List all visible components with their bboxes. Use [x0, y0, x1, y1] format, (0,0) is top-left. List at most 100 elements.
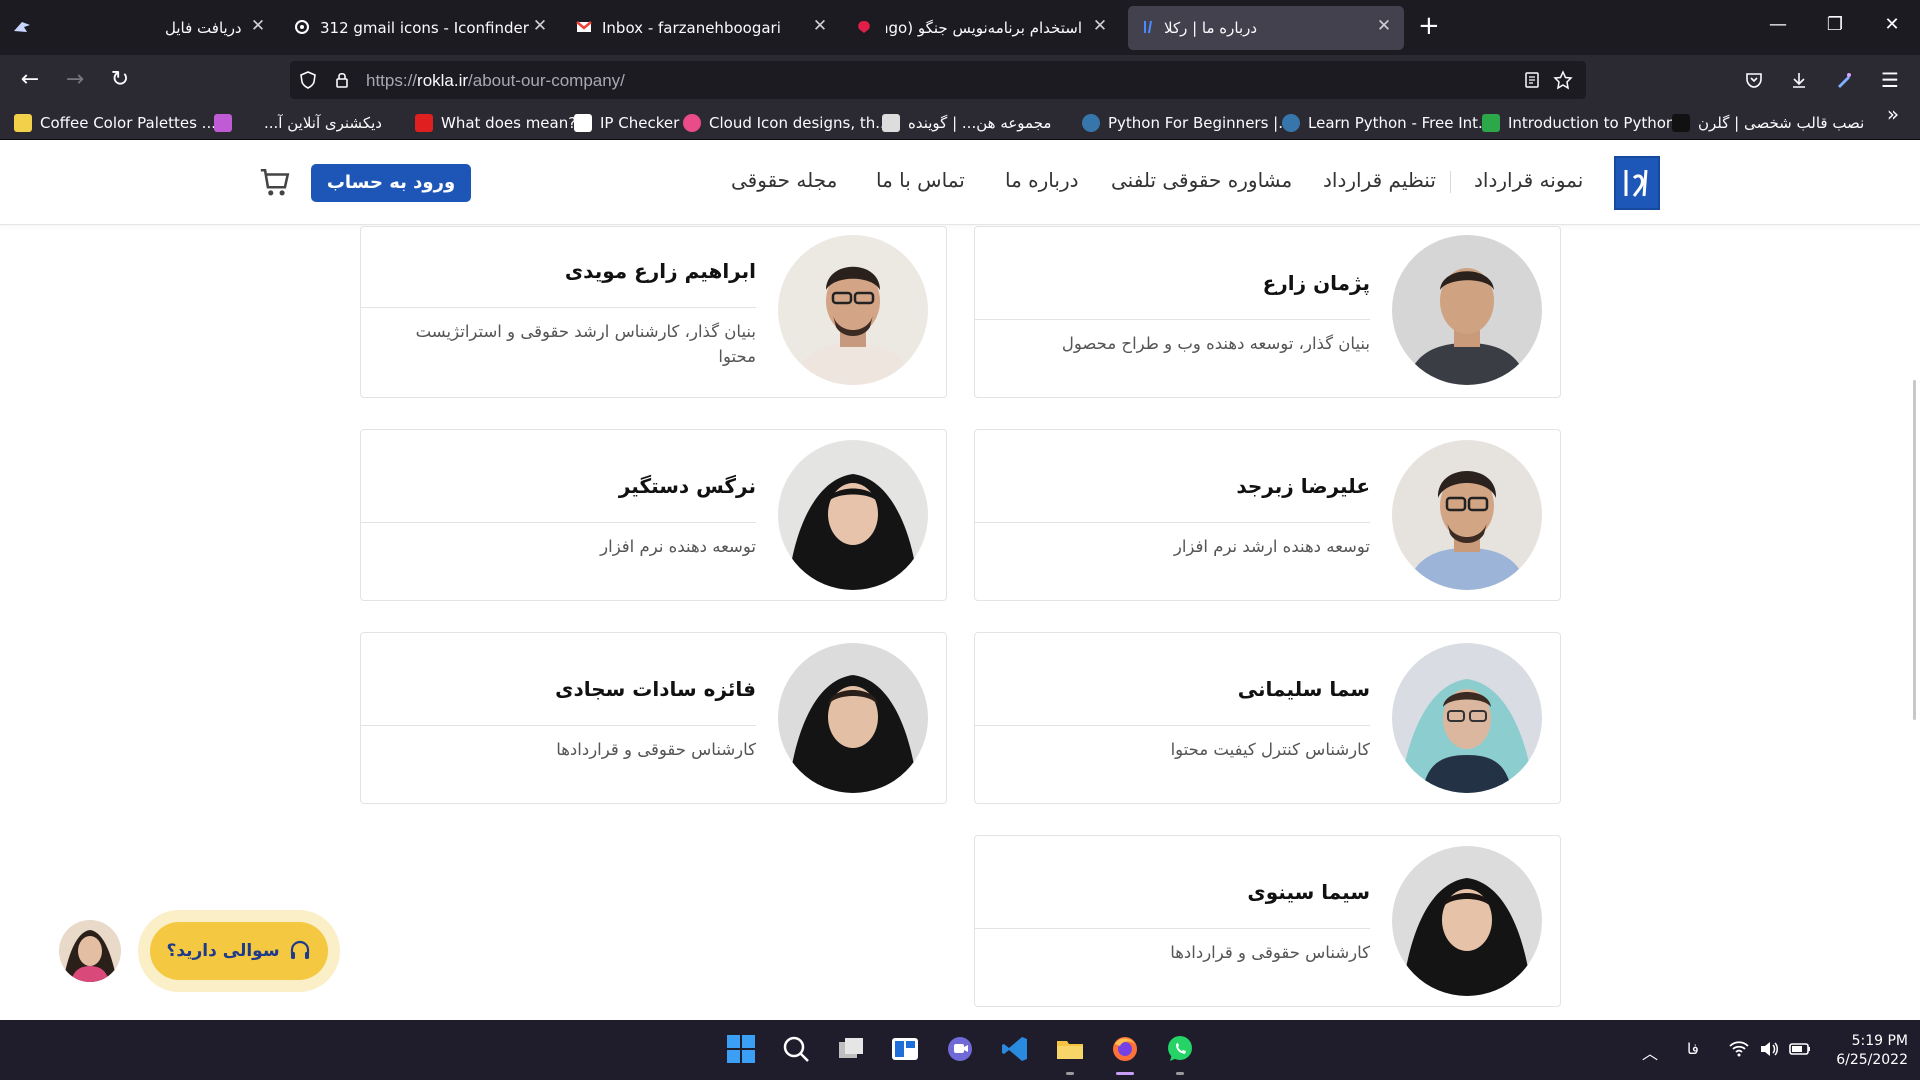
tab-download[interactable]: دریافت فایل ✕ [145, 6, 270, 50]
bookmark-item[interactable]: Python For Beginners |... [1082, 113, 1293, 133]
bookmark-item[interactable]: Coffee Color Palettes ... [14, 113, 216, 133]
nav-toolbar: ← → ↻ https://rokla.ir/about-our-company… [0, 55, 1920, 105]
extension-icon[interactable] [1834, 70, 1854, 90]
support-avatar[interactable] [59, 920, 121, 982]
firefox-icon[interactable] [1110, 1034, 1140, 1064]
battery-icon[interactable] [1788, 1038, 1812, 1060]
dribbble-icon [683, 114, 701, 132]
running-indicator [1066, 1072, 1074, 1075]
chevron-up-icon[interactable]: ︿ [1642, 1040, 1658, 1064]
tab-title: Inbox - farzanehboogari@gmail [602, 19, 780, 37]
task-view-icon[interactable] [836, 1034, 866, 1064]
system-clock[interactable]: 5:19 PM 6/25/2022 [1822, 1032, 1908, 1070]
chevron-right-icon[interactable]: » [1880, 101, 1906, 127]
pocket-icon[interactable] [1744, 70, 1764, 90]
url-scheme: https:// [366, 71, 418, 90]
bookmark-item[interactable]: IP Checker [574, 113, 679, 133]
url-bar[interactable]: https://rokla.ir/about-our-company/ [290, 61, 1586, 99]
close-icon[interactable]: ✕ [248, 16, 268, 36]
minimize-icon[interactable]: — [1766, 14, 1790, 35]
login-button[interactable]: ورود به حساب [311, 164, 471, 202]
tab-title: درباره ما | رکلا [1164, 19, 1258, 37]
reader-view-icon[interactable] [1522, 70, 1542, 90]
bookmark-item[interactable]: مجموعه هن... | گوینده [882, 113, 1051, 133]
bookmark-label: مجموعه هن... | گوینده [908, 114, 1052, 132]
chat-label: سوالی دارید؟ [166, 941, 280, 961]
volume-icon[interactable] [1758, 1038, 1780, 1060]
bookmark-star-icon[interactable] [1553, 70, 1573, 90]
menu-contact[interactable]: تماس با ما [876, 168, 965, 192]
close-icon[interactable]: ✕ [810, 16, 830, 36]
windows-start-icon[interactable] [726, 1034, 756, 1064]
team-card: پژمان زارع بنیان گذار، توسعه دهنده وب و … [974, 226, 1561, 398]
restore-icon[interactable]: ❐ [1823, 14, 1847, 35]
tab-jobs[interactable]: استخدام برنامه‌نویس جنگو (ngo ✕ [850, 6, 1115, 50]
reload-icon[interactable]: ↻ [107, 67, 133, 93]
card-divider [975, 522, 1370, 523]
member-name: سما سلیمانی [1237, 677, 1370, 701]
bookmark-item[interactable]: Learn Python - Free Int... [1282, 113, 1492, 133]
back-icon[interactable]: ← [17, 67, 43, 93]
tab-title: دریافت فایل [165, 19, 242, 37]
lock-icon[interactable] [332, 70, 352, 90]
rokla-logo[interactable] [1614, 156, 1660, 210]
menu-icon[interactable]: ☰ [1877, 67, 1903, 93]
bookmark-item[interactable]: Cloud Icon designs, th... [683, 113, 890, 133]
close-icon[interactable]: ✕ [530, 16, 550, 36]
shield-icon[interactable] [298, 70, 318, 90]
menu-about[interactable]: درباره ما [1005, 168, 1079, 192]
vscode-icon[interactable] [1000, 1034, 1030, 1064]
team-card: علیرضا زبرجد توسعه دهنده ارشد نرم افزار [974, 429, 1561, 601]
bookmarks-toolbar: Coffee Color Palettes ... دیکشنری آنلاین… [0, 102, 1920, 140]
search-icon[interactable] [781, 1034, 811, 1064]
team-card: سما سلیمانی کارشناس کنترل کیفیت محتوا [974, 632, 1561, 804]
member-name: فائزه سادات سجادی [555, 677, 756, 701]
close-window-icon[interactable]: ✕ [1880, 14, 1904, 35]
member-role: بنیان گذار، توسعه دهنده وب و طراح محصول [1061, 334, 1370, 353]
close-icon[interactable]: ✕ [1090, 16, 1110, 36]
bookmark-item[interactable]: نصب قالب شخصی | گلرن [1672, 113, 1864, 133]
tab-rokla[interactable]: درباره ما | رکلا ✕ [1128, 6, 1404, 50]
forward-icon[interactable]: → [62, 67, 88, 93]
widgets-icon[interactable] [890, 1034, 920, 1064]
bookmark-item[interactable]: Introduction to Python [1482, 113, 1675, 133]
dictionary-icon [415, 114, 433, 132]
team-card: ابراهیم زارع مویدی بنیان گذار، کارشناس ا… [360, 226, 947, 398]
page-scrollbar[interactable] [1913, 380, 1916, 720]
coffee-icon [14, 114, 32, 132]
golrang-icon [1672, 114, 1690, 132]
rokla-icon [1144, 20, 1152, 34]
url-text[interactable]: https://rokla.ir/about-our-company/ [366, 71, 625, 91]
close-icon[interactable]: ✕ [1374, 16, 1394, 36]
bookmark-item[interactable] [214, 113, 232, 133]
bookmark-item[interactable]: دیکشنری آنلاین آ... [264, 113, 382, 133]
team-section: پژمان زارع بنیان گذار، توسعه دهنده وب و … [0, 226, 1920, 1020]
member-name: سیما سینوی [1247, 880, 1370, 904]
tab-iconfinder[interactable]: 312 gmail icons - Iconfinder ✕ [290, 6, 555, 50]
firefox-view-icon[interactable] [12, 19, 32, 35]
menu-sample-contract[interactable]: نمونه قرارداد [1474, 168, 1583, 192]
url-host: rokla.ir [417, 71, 469, 90]
new-tab-button[interactable]: + [1418, 12, 1440, 40]
member-role: کارشناس کنترل کیفیت محتوا [1170, 740, 1370, 759]
headset-icon [290, 940, 309, 959]
chat-question-button[interactable]: سوالی دارید؟ [150, 922, 328, 980]
menu-phone-consult[interactable]: مشاوره حقوقی تلفنی [1111, 168, 1292, 192]
whatsapp-icon[interactable] [1165, 1034, 1195, 1064]
menu-magazine[interactable]: مجله حقوقی [731, 168, 837, 192]
wifi-icon[interactable] [1728, 1038, 1750, 1060]
teams-chat-icon[interactable] [945, 1034, 975, 1064]
bookmark-item[interactable]: What does mean? [415, 113, 576, 133]
team-card: فائزه سادات سجادی کارشناس حقوقی و قراردا… [360, 632, 947, 804]
w3-icon [1482, 114, 1500, 132]
card-divider [975, 928, 1370, 929]
tab-title: 312 gmail icons - Iconfinder [320, 19, 529, 37]
downloads-icon[interactable] [1789, 70, 1809, 90]
tab-gmail[interactable]: Inbox - farzanehboogari@gmail ✕ [570, 6, 835, 50]
file-explorer-icon[interactable] [1055, 1034, 1085, 1064]
menu-draft-contract[interactable]: تنظیم قرارداد [1323, 168, 1436, 192]
input-language[interactable]: فا [1687, 1040, 1699, 1058]
logo-mark-icon [1624, 169, 1648, 197]
bookmark-label: IP Checker [600, 114, 680, 132]
cart-icon[interactable] [258, 166, 292, 200]
